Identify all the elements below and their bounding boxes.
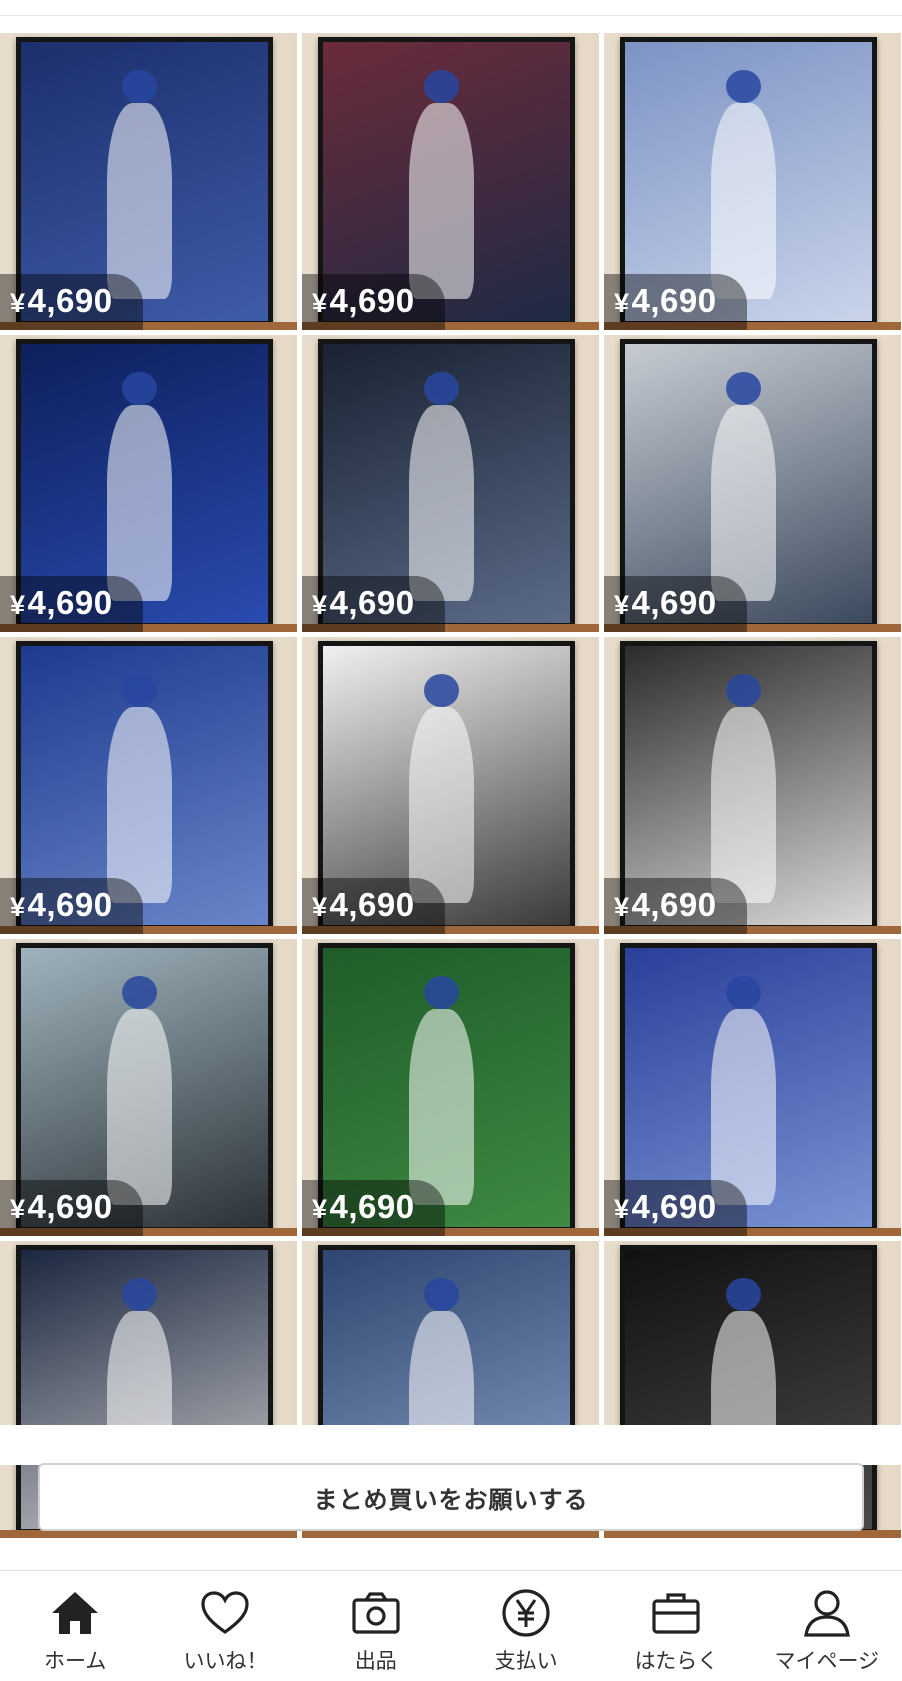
player-helmet [122, 975, 157, 1010]
nav-mypage[interactable]: マイページ [752, 1571, 902, 1681]
nav-mypage-label: マイページ [774, 1650, 880, 1673]
player-silhouette [711, 103, 776, 299]
product-tile[interactable]: ¥4,690 [0, 33, 297, 330]
price-value: 4,690 [631, 1188, 717, 1225]
product-tile[interactable]: ¥4,690 [604, 939, 901, 1236]
price-value: 4,690 [27, 886, 113, 923]
product-tile[interactable]: ¥4,690 [302, 33, 599, 330]
player-helmet [122, 673, 157, 708]
person-icon [801, 1587, 853, 1639]
price-value: 4,690 [27, 1188, 113, 1225]
heart-icon [199, 1587, 251, 1639]
briefcase-icon [650, 1587, 702, 1639]
price-tag: ¥4,690 [0, 274, 143, 330]
price-currency: ¥ [312, 590, 328, 620]
player-silhouette [107, 1009, 172, 1205]
price-value: 4,690 [329, 886, 415, 923]
product-tile[interactable]: ¥4,690 [0, 637, 297, 934]
player-helmet [424, 371, 459, 406]
price-currency: ¥ [614, 1194, 630, 1224]
player-silhouette [711, 707, 776, 903]
price-value: 4,690 [329, 584, 415, 621]
price-tag: ¥4,690 [604, 878, 747, 934]
price-tag: ¥4,690 [0, 1180, 143, 1236]
price-value: 4,690 [329, 282, 415, 319]
price-tag: ¥4,690 [302, 1180, 445, 1236]
product-tile[interactable]: ¥4,690 [302, 939, 599, 1236]
product-tile[interactable]: ¥4,690 [302, 637, 599, 934]
price-value: 4,690 [27, 282, 113, 319]
nav-work-label: はたらく [634, 1650, 719, 1673]
price-currency: ¥ [10, 590, 26, 620]
nav-likes-label: いいね！ [183, 1650, 268, 1673]
player-helmet [122, 69, 157, 104]
product-tile[interactable]: ¥4,690 [0, 939, 297, 1236]
player-silhouette [711, 405, 776, 601]
nav-sell[interactable]: 出品 [301, 1571, 451, 1681]
grid-clip [0, 1425, 902, 1465]
nav-likes[interactable]: いいね！ [150, 1571, 300, 1681]
price-tag: ¥4,690 [0, 878, 143, 934]
home-icon [49, 1587, 101, 1639]
price-value: 4,690 [631, 886, 717, 923]
price-value: 4,690 [27, 584, 113, 621]
product-tile[interactable]: ¥4,690 [604, 637, 901, 934]
price-tag: ¥4,690 [302, 274, 445, 330]
price-currency: ¥ [614, 288, 630, 318]
player-silhouette [409, 103, 474, 299]
player-helmet [726, 673, 761, 708]
price-currency: ¥ [614, 590, 630, 620]
player-helmet [726, 69, 761, 104]
price-tag: ¥4,690 [604, 274, 747, 330]
player-helmet [424, 1277, 459, 1312]
nav-work[interactable]: はたらく [601, 1571, 751, 1681]
player-helmet [122, 1277, 157, 1312]
top-divider [0, 15, 902, 16]
player-helmet [424, 69, 459, 104]
price-tag: ¥4,690 [604, 1180, 747, 1236]
player-helmet [726, 975, 761, 1010]
player-helmet [726, 371, 761, 406]
product-tile[interactable]: ¥4,690 [0, 335, 297, 632]
price-tag: ¥4,690 [604, 576, 747, 632]
price-value: 4,690 [631, 282, 717, 319]
player-helmet [424, 673, 459, 708]
price-tag: ¥4,690 [0, 576, 143, 632]
price-currency: ¥ [312, 1194, 328, 1224]
player-silhouette [409, 707, 474, 903]
product-tile[interactable]: ¥4,690 [302, 335, 599, 632]
product-tile[interactable]: ¥4,690 [604, 33, 901, 330]
player-silhouette [107, 103, 172, 299]
price-currency: ¥ [10, 892, 26, 922]
product-tile[interactable]: ¥4,690 [604, 335, 901, 632]
price-tag: ¥4,690 [302, 878, 445, 934]
player-helmet [424, 975, 459, 1010]
price-currency: ¥ [614, 892, 630, 922]
player-silhouette [107, 405, 172, 601]
product-grid: ¥4,690 ¥4,690 ¥4,690 ¥4,690 ¥4,690 ¥4,690 ¥4,6… [0, 33, 902, 1538]
bulk-purchase-button[interactable]: まとめ買いをお願いする [38, 1463, 864, 1531]
price-currency: ¥ [10, 1194, 26, 1224]
price-tag: ¥4,690 [302, 576, 445, 632]
nav-home-label: ホーム [43, 1650, 107, 1673]
nav-payment[interactable]: 支払い [451, 1571, 601, 1681]
bottom-nav: ホーム いいね！ 出品 支払い はたらく マイページ [0, 1570, 902, 1681]
nav-payment-label: 支払い [494, 1650, 558, 1673]
price-value: 4,690 [329, 1188, 415, 1225]
price-value: 4,690 [631, 584, 717, 621]
player-helmet [726, 1277, 761, 1312]
yen-icon [500, 1587, 552, 1639]
price-currency: ¥ [312, 892, 328, 922]
player-silhouette [711, 1009, 776, 1205]
player-silhouette [409, 405, 474, 601]
nav-sell-label: 出品 [354, 1650, 397, 1673]
player-helmet [122, 371, 157, 406]
price-currency: ¥ [10, 288, 26, 318]
nav-home[interactable]: ホーム [0, 1571, 150, 1681]
camera-icon [350, 1587, 402, 1639]
player-silhouette [107, 707, 172, 903]
player-silhouette [409, 1009, 474, 1205]
price-currency: ¥ [312, 288, 328, 318]
